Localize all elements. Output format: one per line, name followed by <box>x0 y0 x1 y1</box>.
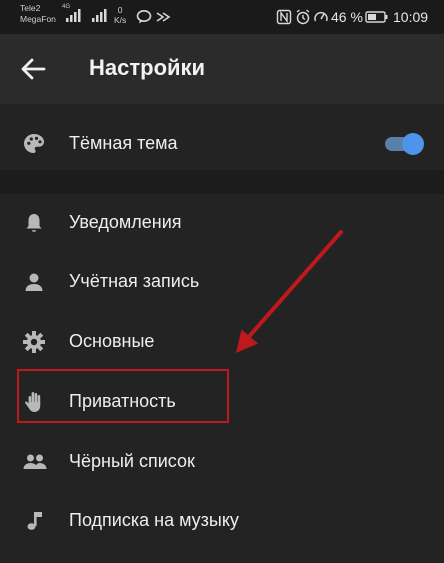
menu-item-label: Основные <box>69 331 155 351</box>
person-icon <box>22 270 46 294</box>
back-button[interactable] <box>18 55 52 83</box>
signal-1-icon: 4G <box>62 4 82 23</box>
signal-2-icon <box>90 7 110 23</box>
bell-icon <box>22 211 46 235</box>
carrier-1: Tele2 <box>20 3 41 13</box>
battery-icon <box>365 9 389 25</box>
network-speed: 0 K/s <box>114 5 126 25</box>
menu-item-blacklist[interactable]: Чёрный список <box>0 432 444 492</box>
section-divider <box>0 170 444 194</box>
alarm-icon <box>295 9 311 25</box>
battery-percent: 46 % <box>331 9 363 25</box>
menu-item-label: Подписка на музыку <box>69 510 239 530</box>
highlight-box <box>17 369 229 423</box>
menu-item-account[interactable]: Учётная запись <box>0 252 444 312</box>
status-time: 10:09 <box>393 9 429 25</box>
dark-theme-toggle[interactable] <box>382 133 424 155</box>
cast-icon <box>155 9 171 25</box>
carrier-2: MegaFon <box>20 14 56 24</box>
menu-item-music-subscription[interactable]: Подписка на музыку <box>0 491 444 551</box>
gear-icon <box>22 330 46 354</box>
dark-theme-label: Тёмная тема <box>69 133 178 153</box>
menu-item-general[interactable]: Основные <box>0 312 444 372</box>
music-note-icon <box>22 509 46 533</box>
chat-bubble-icon <box>136 9 152 25</box>
network-speed-unit: K/s <box>114 15 127 25</box>
network-speed-value: 0 <box>117 5 123 15</box>
status-bar: Tele2 MegaFon 4G 0 K/s 46 % 10:09 <box>0 0 444 34</box>
toggle-knob <box>402 133 424 155</box>
carrier-names: Tele2 MegaFon <box>20 3 56 25</box>
nfc-icon <box>276 9 292 25</box>
page-title: Настройки <box>89 55 206 80</box>
menu-item-notifications[interactable]: Уведомления <box>0 193 444 253</box>
speedometer-icon <box>313 9 329 25</box>
network-type-label: 4G <box>62 4 71 10</box>
app-bar: Настройки <box>0 34 444 104</box>
dark-theme-row[interactable]: Тёмная тема <box>0 114 444 174</box>
menu-item-label: Уведомления <box>69 212 182 232</box>
menu-item-label: Учётная запись <box>69 271 200 291</box>
arrow-left-icon <box>21 58 46 80</box>
menu-item-label: Чёрный список <box>69 451 195 471</box>
palette-icon <box>22 132 46 156</box>
people-icon <box>22 450 47 474</box>
